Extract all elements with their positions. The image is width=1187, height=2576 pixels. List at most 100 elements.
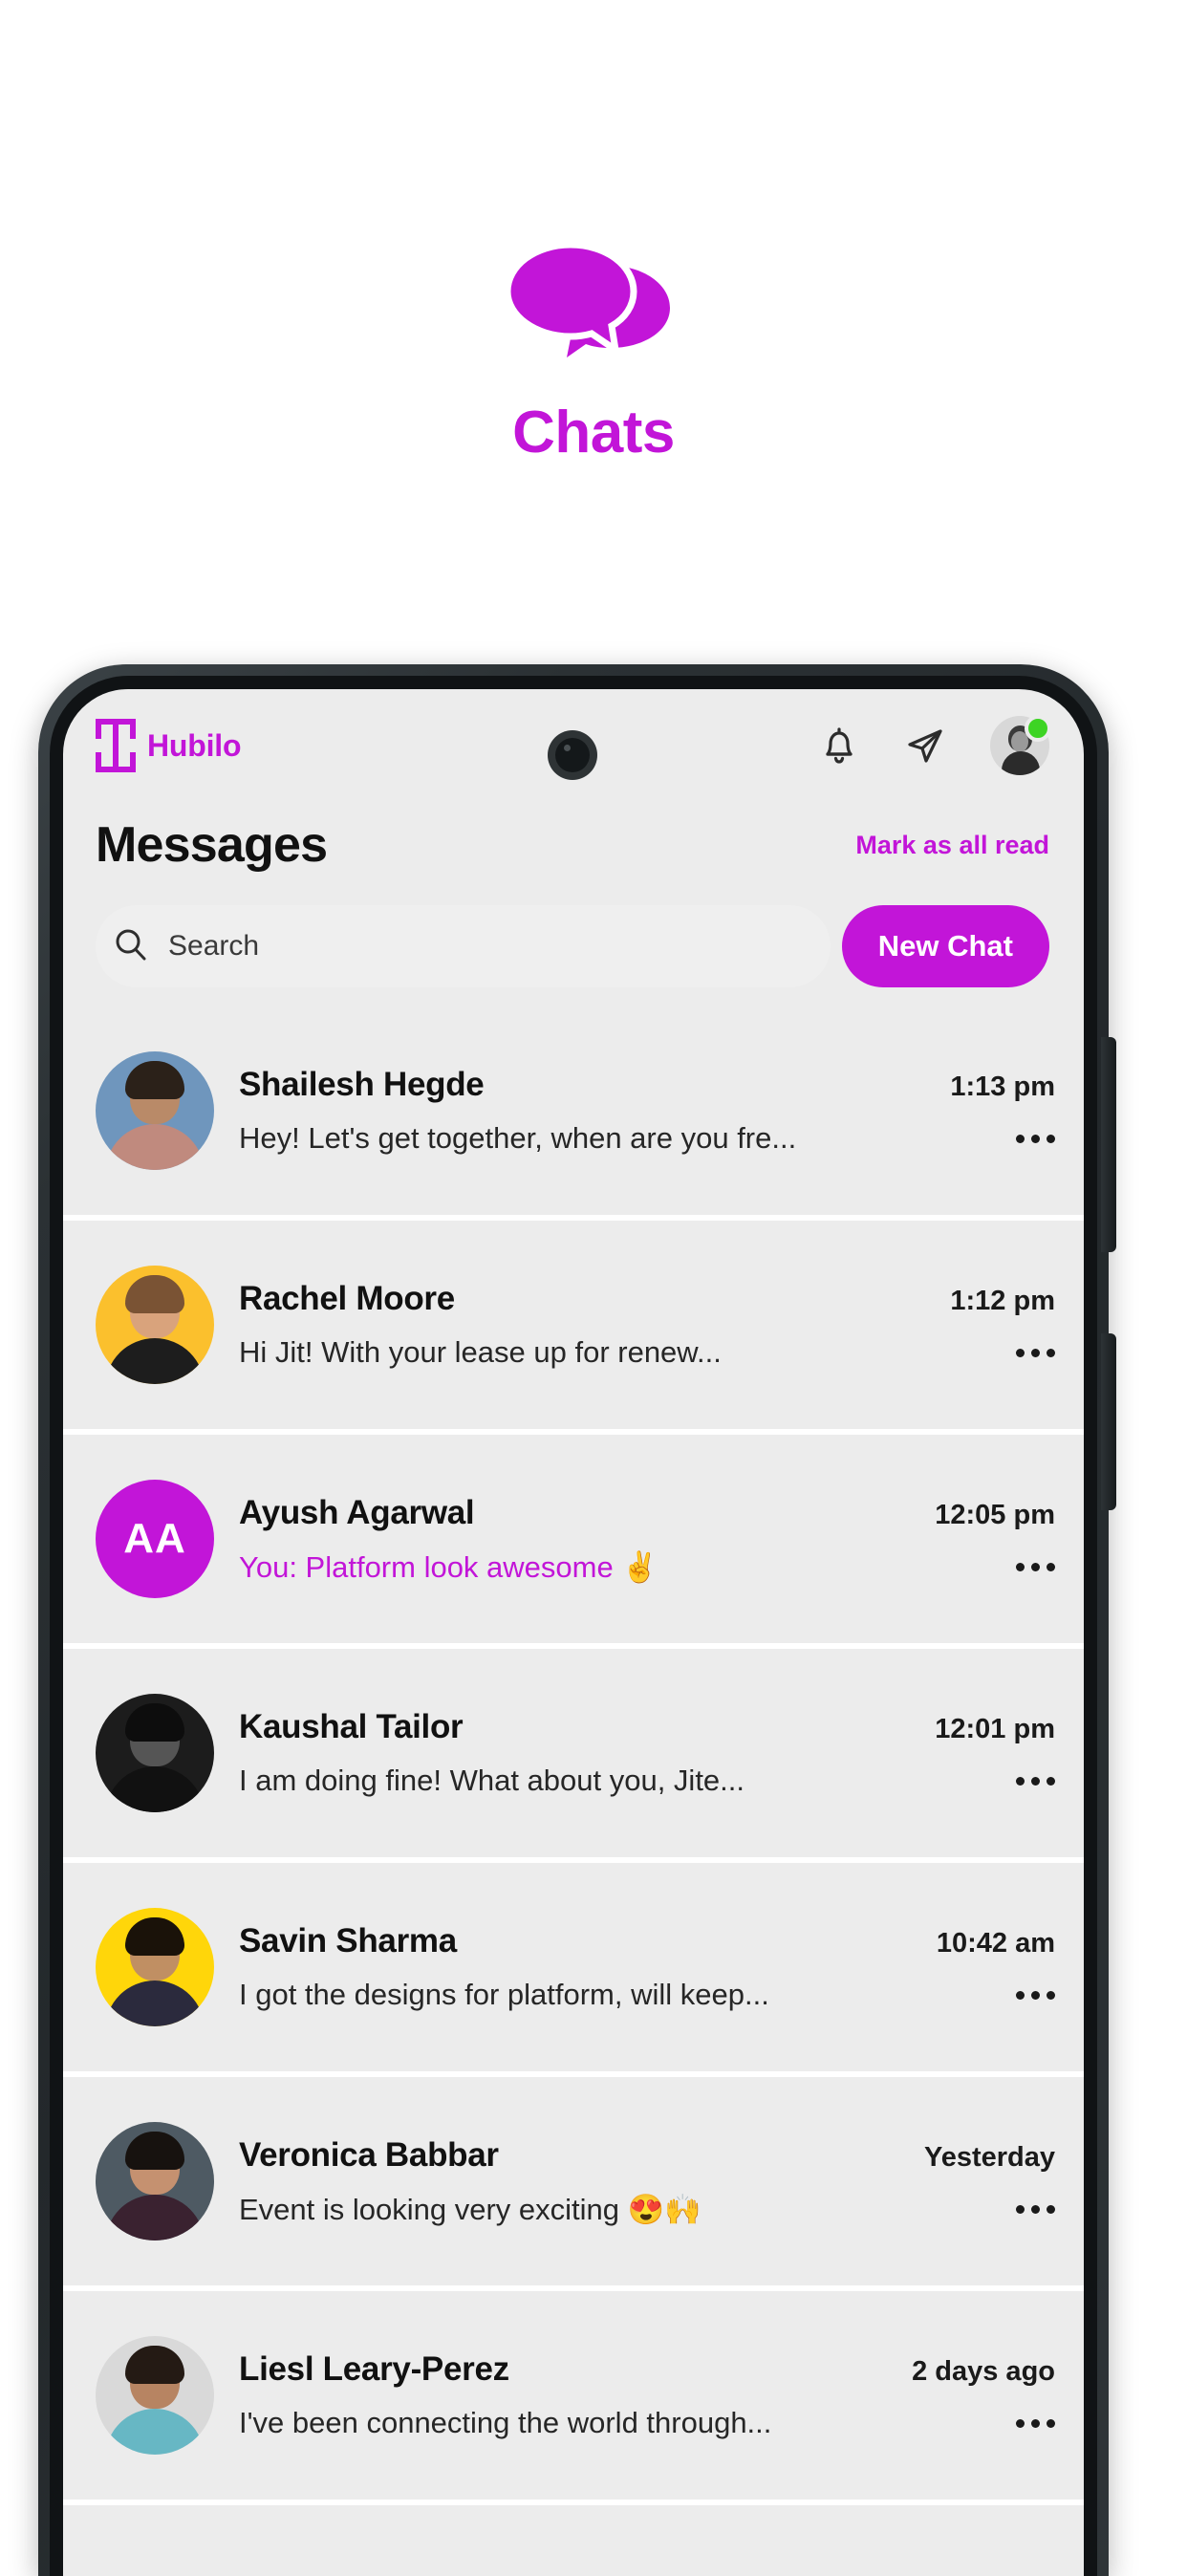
chat-preview-text: I've been connecting the world through..… (239, 2406, 772, 2439)
chat-timestamp: 1:12 pm (950, 1286, 1055, 1316)
avatar[interactable] (96, 1051, 214, 1170)
new-chat-button[interactable]: New Chat (841, 905, 1049, 987)
avatar-photo (125, 1703, 184, 1742)
chat-contact-name: Savin Sharma (239, 1922, 457, 1959)
chat-preview-text: I got the designs for platform, will kee… (239, 1978, 769, 2011)
hubilo-logo-icon (96, 719, 136, 772)
chat-item-content: Kaushal Tailor 12:01 pm I am doing fine! W… (239, 1708, 1055, 1798)
chat-preview-text: I am doing fine! What about you, Jite... (239, 1764, 745, 1797)
avatar[interactable]: AA (96, 1480, 214, 1598)
chat-item-top: Veronica Babbar Yesterday (239, 2136, 1055, 2175)
mark-all-read-button[interactable]: Mark as all read (855, 831, 1049, 860)
avatar[interactable] (96, 1694, 214, 1812)
avatar[interactable] (96, 1908, 214, 2026)
send-message-icon[interactable] (904, 725, 946, 767)
chat-more-options-icon[interactable] (995, 2418, 1055, 2428)
chat-list-item[interactable]: Savin Sharma 10:42 am I got the designs fo… (63, 1863, 1084, 2077)
chat-timestamp: 10:42 am (936, 1928, 1055, 1959)
avatar-photo (125, 2346, 184, 2384)
chat-item-top: Liesl Leary-Perez 2 days ago (239, 2350, 1055, 2389)
chat-list-item[interactable]: Veronica Babbar Yesterday Event is looking… (63, 2077, 1084, 2291)
chat-item-content: Savin Sharma 10:42 am I got the designs fo… (239, 1922, 1055, 2012)
chat-contact-name: Kaushal Tailor (239, 1708, 464, 1745)
chat-timestamp: 12:01 pm (935, 1714, 1055, 1744)
profile-avatar[interactable] (990, 715, 1051, 775)
chat-bubbles-icon (504, 239, 680, 358)
chat-item-bottom: I've been connecting the world through..… (239, 2406, 1055, 2440)
chat-list-item[interactable]: Shailesh Hegde 1:13 pm Hey! Let's get toge… (63, 1007, 1084, 1221)
chat-contact-name: Liesl Leary-Perez (239, 2350, 509, 2388)
chat-timestamp: Yesterday (923, 2141, 1055, 2173)
app-bar-actions (818, 715, 1051, 775)
chat-item-content: Rachel Moore 1:12 pm Hi Jit! With your lea… (239, 1280, 1055, 1370)
chat-timestamp: 1:13 pm (950, 1072, 1055, 1102)
chat-item-content: Liesl Leary-Perez 2 days ago I've been con… (239, 2350, 1055, 2440)
chat-item-bottom: I am doing fine! What about you, Jite... (239, 1764, 1055, 1798)
chat-preview-text: You: Platform look awesome ✌️ (239, 1549, 658, 1584)
avatar[interactable] (96, 2122, 214, 2240)
chat-preview-text: Event is looking very exciting 😍🙌 (239, 2192, 701, 2226)
chat-more-options-icon[interactable] (995, 1990, 1055, 2000)
search-row: Search New Chat (63, 895, 1084, 998)
brand-logo[interactable]: Hubilo (96, 719, 242, 772)
chat-list-item[interactable]: Rachel Moore 1:12 pm Hi Jit! With your lea… (63, 1221, 1084, 1435)
chat-item-content: Shailesh Hegde 1:13 pm Hey! Let's get toge… (239, 1066, 1055, 1156)
phone-screen: Hubilo Messages Mark as all read Search … (63, 689, 1084, 2576)
chat-item-bottom: I got the designs for platform, will kee… (239, 1978, 1055, 2012)
power-button[interactable] (1101, 1333, 1116, 1510)
chat-item-top: Ayush Agarwal 12:05 pm (239, 1494, 1055, 1532)
chat-timestamp: 2 days ago (912, 2356, 1055, 2387)
chat-item-bottom: You: Platform look awesome ✌️ (239, 1549, 1055, 1585)
chat-item-bottom: Event is looking very exciting 😍🙌 (239, 2192, 1055, 2227)
chat-preview-text: Hi Jit! With your lease up for renew... (239, 1335, 722, 1369)
messages-header: Messages Mark as all read (63, 802, 1084, 888)
chat-more-options-icon[interactable] (995, 1348, 1055, 1357)
phone-mockup: Hubilo Messages Mark as all read Search … (38, 664, 1187, 2576)
chat-item-top: Rachel Moore 1:12 pm (239, 1280, 1055, 1318)
avatar-photo-body (105, 1124, 205, 1170)
avatar-photo-body (105, 1338, 205, 1384)
search-icon (113, 926, 149, 967)
chat-item-top: Shailesh Hegde 1:13 pm (239, 1066, 1055, 1104)
chat-contact-name: Shailesh Hegde (239, 1066, 485, 1103)
chat-item-top: Kaushal Tailor 12:01 pm (239, 1708, 1055, 1746)
avatar-photo (125, 2132, 184, 2170)
brand-name: Hubilo (147, 727, 242, 763)
chat-timestamp: 12:05 pm (935, 1499, 1055, 1530)
chat-more-options-icon[interactable] (995, 1134, 1055, 1143)
chat-item-bottom: Hey! Let's get together, when are you fr… (239, 1121, 1055, 1156)
chat-item-top: Savin Sharma 10:42 am (239, 1922, 1055, 1960)
chat-contact-name: Ayush Agarwal (239, 1493, 475, 1531)
chat-list-item[interactable]: Liesl Leary-Perez 2 days ago I've been con… (63, 2291, 1084, 2505)
chat-more-options-icon[interactable] (995, 2204, 1055, 2214)
avatar-photo-body (105, 1766, 205, 1812)
chat-contact-name: Veronica Babbar (239, 2135, 499, 2174)
chat-item-bottom: Hi Jit! With your lease up for renew... (239, 1335, 1055, 1370)
volume-button[interactable] (1101, 1037, 1116, 1252)
chat-preview-text: Hey! Let's get together, when are you fr… (239, 1121, 797, 1155)
avatar-photo (125, 1061, 184, 1099)
page-title: Messages (96, 817, 328, 873)
chat-list[interactable]: Shailesh Hegde 1:13 pm Hey! Let's get toge… (63, 1007, 1084, 2576)
avatar-initials: AA (123, 1515, 186, 1562)
avatar-photo (125, 1275, 184, 1313)
chat-list-item[interactable]: Kaushal Tailor 12:01 pm I am doing fine! W… (63, 1649, 1084, 1863)
avatar-photo-body (105, 2195, 205, 2240)
chat-contact-name: Rachel Moore (239, 1280, 455, 1317)
avatar-photo (125, 1917, 184, 1956)
chat-list-item[interactable]: AA Ayush Agarwal 12:05 pm You: Platform loo… (63, 1435, 1084, 1649)
notifications-icon[interactable] (818, 725, 860, 767)
search-placeholder: Search (168, 930, 260, 962)
avatar-photo-body (105, 2409, 205, 2455)
avatar-photo-body (105, 1981, 205, 2026)
chat-item-content: Ayush Agarwal 12:05 pm You: Platform look … (239, 1494, 1055, 1585)
search-input[interactable]: Search (96, 905, 831, 987)
chat-more-options-icon[interactable] (995, 1562, 1055, 1571)
chat-more-options-icon[interactable] (995, 1776, 1055, 1786)
online-status-indicator (1025, 715, 1051, 742)
avatar[interactable] (96, 2336, 214, 2455)
avatar[interactable] (96, 1266, 214, 1384)
chat-item-content: Veronica Babbar Yesterday Event is looking… (239, 2136, 1055, 2227)
hero-section: Chats (0, 0, 1187, 631)
hero-title: Chats (512, 400, 675, 465)
